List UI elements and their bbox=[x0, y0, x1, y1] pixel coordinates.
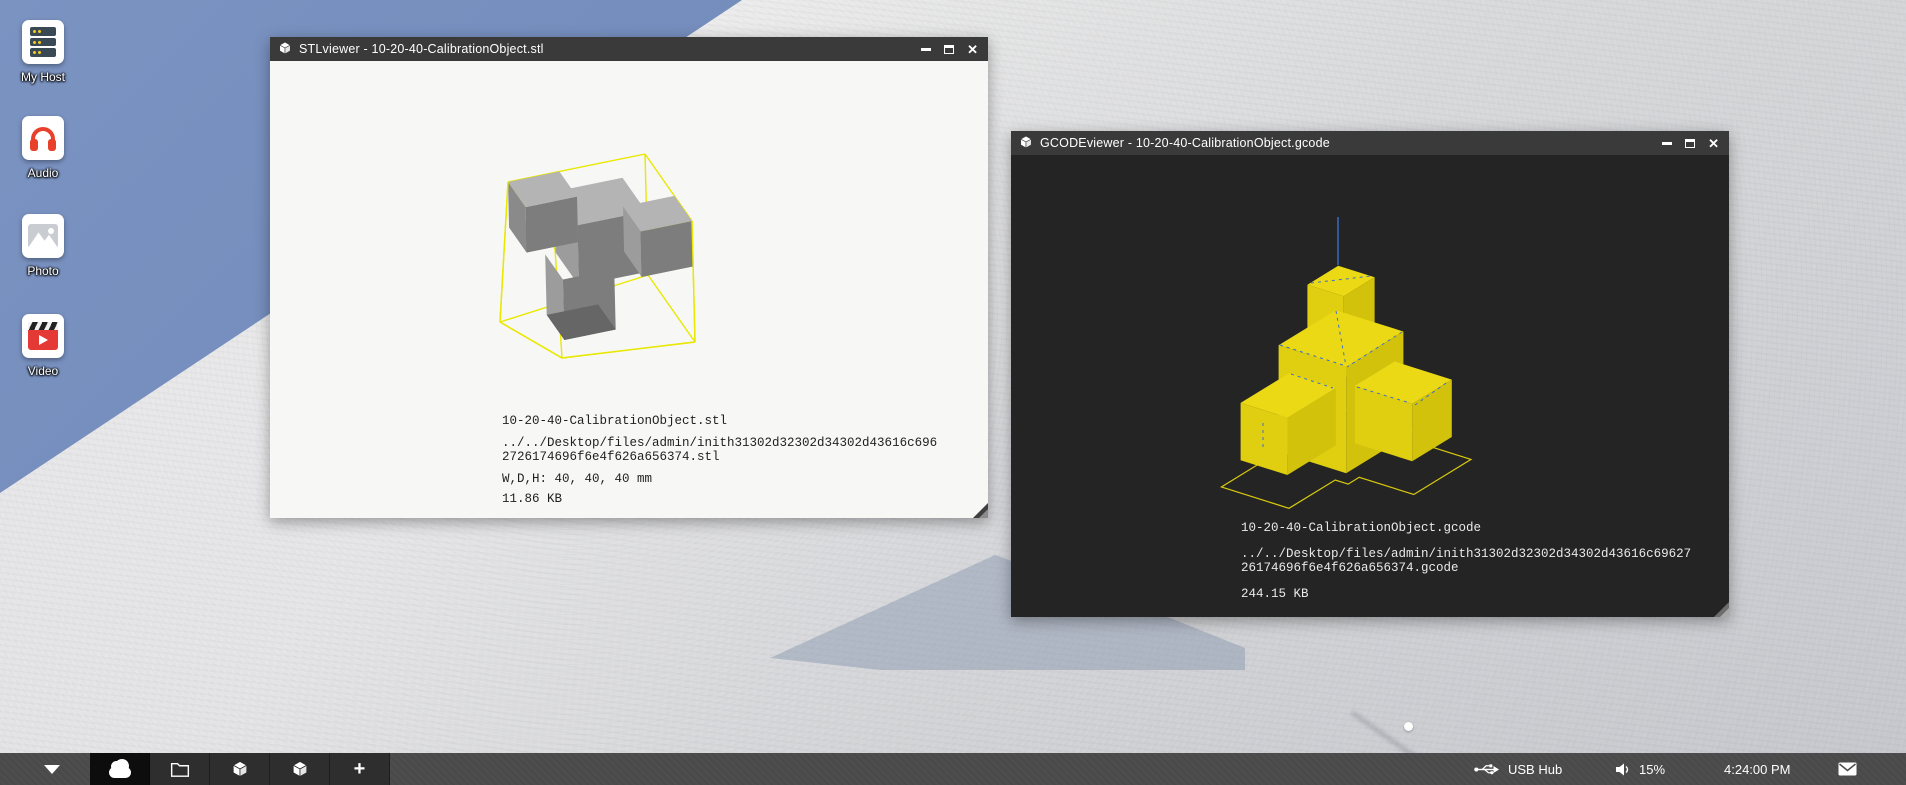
cube-icon bbox=[291, 760, 309, 778]
taskbar-item-stl-viewer[interactable] bbox=[210, 753, 270, 785]
taskbar-collapse-caret-icon[interactable] bbox=[44, 765, 60, 774]
clock-text: 4:24:00 PM bbox=[1724, 762, 1791, 777]
volume-level: 15% bbox=[1639, 762, 1665, 777]
resize-handle[interactable] bbox=[973, 503, 988, 518]
close-icon[interactable]: ✕ bbox=[1708, 137, 1719, 150]
stl-filename: 10-20-40-CalibrationObject.stl bbox=[502, 414, 937, 428]
gcode-path-line2: 26174696f6e4f626a656374.gcode bbox=[1241, 561, 1691, 575]
gcode-filesize: 244.15 KB bbox=[1241, 587, 1691, 601]
desktop-icon-video[interactable]: Video bbox=[7, 314, 79, 380]
desktop-icon-label: My Host bbox=[21, 70, 65, 84]
tray-volume[interactable]: 15% bbox=[1616, 753, 1665, 785]
minimize-icon[interactable] bbox=[921, 48, 931, 51]
taskbar-item-files[interactable] bbox=[150, 753, 210, 785]
gcode-window-titlebar[interactable]: GCODEviewer - 10-20-40-CalibrationObject… bbox=[1011, 131, 1729, 155]
desktop-icon-label: Audio bbox=[28, 166, 59, 180]
stl-model bbox=[508, 172, 693, 341]
desktop-icon-label: Photo bbox=[27, 264, 58, 278]
desktop-icon-photo[interactable]: Photo bbox=[7, 214, 79, 280]
desktop-icon-my-host[interactable]: My Host bbox=[7, 20, 79, 86]
cloud-icon bbox=[109, 767, 131, 778]
gcode-window-title: GCODEviewer - 10-20-40-CalibrationObject… bbox=[1040, 136, 1655, 150]
stl-dimensions: W,D,H: 40, 40, 40 mm bbox=[502, 472, 937, 486]
taskbar-items: + bbox=[90, 753, 390, 785]
clapperboard-icon bbox=[22, 314, 64, 358]
stl-window-title: STLviewer - 10-20-40-CalibrationObject.s… bbox=[299, 42, 914, 56]
tray-usb-hub[interactable]: USB Hub bbox=[1474, 753, 1562, 785]
envelope-icon bbox=[1838, 762, 1857, 776]
maximize-icon[interactable] bbox=[944, 45, 954, 54]
stl-path-line1: ../../Desktop/files/admin/inith31302d323… bbox=[502, 436, 937, 450]
taskbar-item-gcode-viewer[interactable] bbox=[270, 753, 330, 785]
gcode-file-info: 10-20-40-CalibrationObject.gcode ../../D… bbox=[1241, 521, 1691, 601]
wallpaper-pin bbox=[1404, 722, 1413, 731]
gcode-window-body: 10-20-40-CalibrationObject.gcode ../../D… bbox=[1011, 155, 1729, 617]
gcode-path-line1: ../../Desktop/files/admin/inith31302d323… bbox=[1241, 547, 1691, 561]
plus-icon: + bbox=[354, 759, 366, 779]
app-cube-icon bbox=[1019, 135, 1033, 152]
stl-path-line2: 2726174696f6e4f626a656374.stl bbox=[502, 450, 937, 464]
app-cube-icon bbox=[278, 41, 292, 58]
taskbar: + USB Hub 15% 4:24:00 PM bbox=[0, 753, 1906, 785]
headphones-icon bbox=[22, 116, 64, 160]
minimize-icon[interactable] bbox=[1662, 142, 1672, 145]
resize-handle[interactable] bbox=[1714, 602, 1729, 617]
tray-clock[interactable]: 4:24:00 PM bbox=[1724, 753, 1791, 785]
usb-hub-label: USB Hub bbox=[1508, 762, 1562, 777]
taskbar-item-new[interactable]: + bbox=[330, 753, 390, 785]
server-icon bbox=[22, 20, 64, 64]
stl-file-info: 10-20-40-CalibrationObject.stl ../../Des… bbox=[502, 414, 937, 506]
gcode-viewer-window: GCODEviewer - 10-20-40-CalibrationObject… bbox=[1011, 131, 1729, 617]
speaker-icon bbox=[1616, 763, 1631, 776]
maximize-icon[interactable] bbox=[1685, 139, 1695, 148]
stl-window-body: 10-20-40-CalibrationObject.stl ../../Des… bbox=[270, 61, 988, 518]
close-icon[interactable]: ✕ bbox=[967, 43, 978, 56]
desktop-icon-audio[interactable]: Audio bbox=[7, 116, 79, 182]
desktop: My Host Audio Photo Video STLview bbox=[0, 0, 1906, 785]
desktop-icon-label: Video bbox=[28, 364, 58, 378]
stl-viewer-window: STLviewer - 10-20-40-CalibrationObject.s… bbox=[270, 37, 988, 518]
taskbar-item-cloud[interactable] bbox=[90, 753, 150, 785]
usb-icon bbox=[1474, 763, 1500, 776]
cube-icon bbox=[231, 760, 249, 778]
gcode-model bbox=[1241, 266, 1452, 475]
stl-window-titlebar[interactable]: STLviewer - 10-20-40-CalibrationObject.s… bbox=[270, 37, 988, 61]
folder-icon bbox=[170, 761, 190, 778]
stl-filesize: 11.86 KB bbox=[502, 492, 937, 506]
gcode-filename: 10-20-40-CalibrationObject.gcode bbox=[1241, 521, 1691, 535]
tray-notifications[interactable] bbox=[1838, 753, 1857, 785]
photo-icon bbox=[22, 214, 64, 258]
